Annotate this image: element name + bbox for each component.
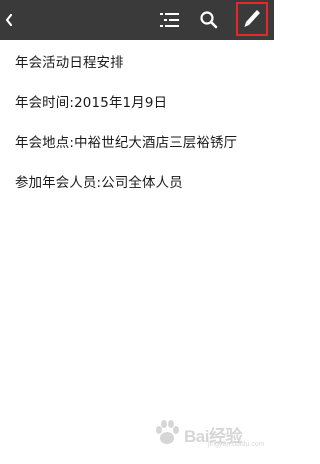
list-outline-icon: [160, 13, 179, 27]
note-content[interactable]: 年会活动日程安排 年会时间:2015年1月9日 年会地点:中裕世纪大酒店三层裕锈…: [15, 52, 260, 212]
back-button[interactable]: [0, 4, 18, 36]
note-location-line: 年会地点:中裕世纪大酒店三层裕锈厅: [15, 136, 238, 151]
chevron-left-icon: [5, 13, 13, 27]
top-toolbar: [0, 0, 274, 40]
paw-logo-icon: [156, 420, 179, 444]
outline-button[interactable]: [155, 5, 185, 35]
note-time-line: 年会时间:2015年1月9日: [15, 96, 168, 111]
note-attendees-line: 参加年会人员:公司全体人员: [15, 176, 183, 191]
watermark-subtext: jingyan.baidu.com: [208, 441, 265, 448]
edit-button[interactable]: [236, 2, 268, 36]
note-view-screen: 年会活动日程安排 年会时间:2015年1月9日 年会地点:中裕世纪大酒店三层裕锈…: [0, 0, 274, 464]
baidu-jingyan-watermark: Bai经验 jingyan.baidu.com: [150, 414, 270, 454]
search-icon: [200, 11, 218, 29]
search-button[interactable]: [194, 5, 224, 35]
pencil-icon: [244, 10, 260, 27]
note-title-line: 年会活动日程安排: [15, 56, 124, 71]
